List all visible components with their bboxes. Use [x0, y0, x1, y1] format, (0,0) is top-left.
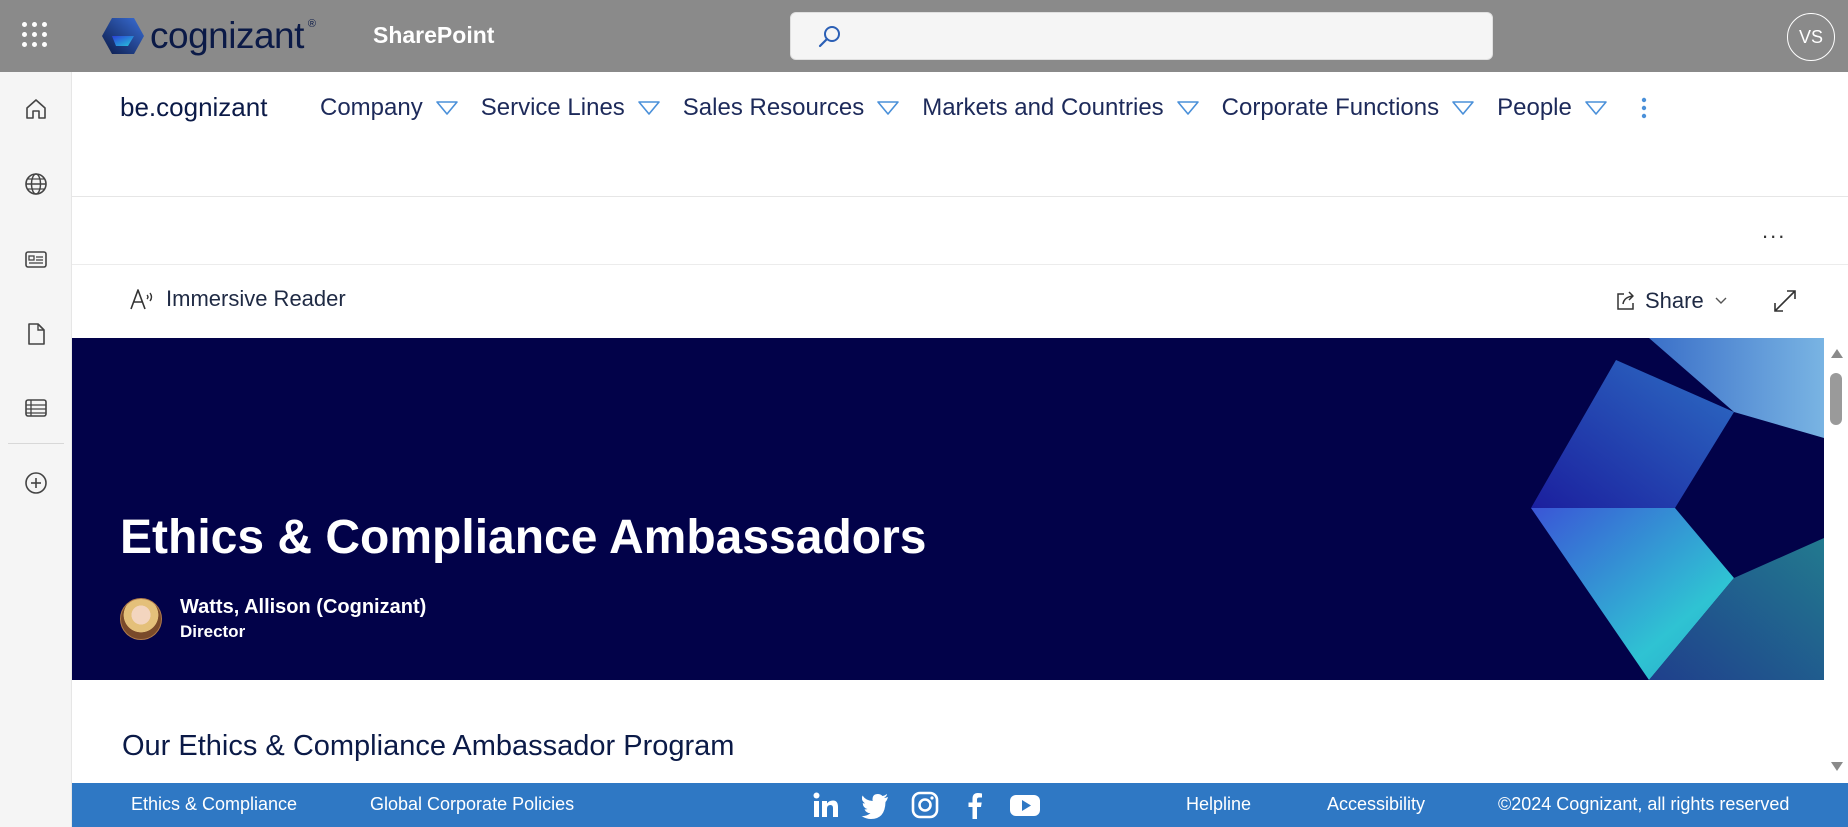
app-bar-divider	[8, 443, 64, 444]
document-icon[interactable]	[16, 314, 56, 354]
youtube-icon[interactable]	[1008, 790, 1042, 820]
brand-name: cognizant	[150, 15, 304, 56]
nav-label: Markets and Countries	[922, 94, 1164, 121]
nav-label: Company	[320, 94, 423, 121]
nav-item-sales-resources[interactable]: Sales Resources	[683, 94, 900, 122]
nav-label: People	[1497, 94, 1572, 121]
chevron-down-icon	[1176, 101, 1199, 115]
scrollbar-thumb[interactable]	[1830, 373, 1842, 425]
immersive-reader-button[interactable]: Immersive Reader	[128, 286, 346, 312]
expand-icon[interactable]	[1772, 288, 1798, 314]
more-options-icon[interactable]: ...	[1762, 218, 1786, 244]
immersive-reader-icon	[130, 289, 153, 310]
share-icon	[1617, 291, 1634, 310]
site-footer: Ethics & Compliance Global Corporate Pol…	[72, 783, 1848, 827]
footer-link-ethics-compliance[interactable]: Ethics & Compliance	[131, 794, 297, 815]
page-toolbar: Immersive Reader Share	[72, 266, 1848, 338]
brand-registered-mark: ®	[307, 18, 316, 30]
globe-icon[interactable]	[16, 164, 56, 204]
nav-item-people[interactable]: People	[1497, 94, 1608, 122]
page-scrollbar[interactable]	[1824, 338, 1848, 778]
cognizant-logo-mark-icon	[102, 18, 144, 54]
instagram-icon[interactable]	[910, 790, 940, 820]
decorative-hexagon-graphic	[1531, 338, 1824, 680]
chevron-down-icon	[1715, 297, 1727, 304]
cognizant-logo[interactable]: cognizant ®	[100, 14, 316, 58]
app-name[interactable]: SharePoint	[373, 22, 494, 49]
hub-navigation: Company Service Lines Sales Resources Ma…	[320, 92, 1630, 124]
footer-copyright: ©2024 Cognizant, all rights reserved	[1498, 794, 1790, 814]
nav-item-corporate-functions[interactable]: Corporate Functions	[1222, 94, 1475, 122]
immersive-reader-label: Immersive Reader	[166, 286, 346, 311]
search-input[interactable]	[851, 21, 1471, 51]
chevron-down-icon	[637, 101, 660, 115]
page-title: Ethics & Compliance Ambassadors	[120, 511, 927, 564]
chevron-down-icon	[435, 101, 458, 115]
more-vertical-icon[interactable]	[1632, 94, 1656, 124]
scroll-down-arrow-icon[interactable]	[1831, 762, 1843, 771]
lists-icon[interactable]	[16, 388, 56, 428]
author-role: Director	[180, 622, 246, 641]
footer-link-accessibility[interactable]: Accessibility	[1327, 794, 1425, 815]
news-icon[interactable]	[16, 239, 56, 279]
add-icon[interactable]	[16, 463, 56, 503]
command-bar: ...	[72, 198, 1848, 265]
suite-bar: cognizant ® SharePoint VS	[0, 0, 1848, 72]
nav-item-markets-and-countries[interactable]: Markets and Countries	[922, 94, 1199, 122]
facebook-icon[interactable]	[960, 790, 990, 820]
chevron-down-icon	[877, 101, 900, 115]
section-heading: Our Ethics & Compliance Ambassador Progr…	[122, 730, 735, 762]
search-icon	[818, 26, 840, 48]
linkedin-icon[interactable]	[811, 790, 841, 820]
search-box[interactable]	[790, 12, 1493, 60]
author-name[interactable]: Watts, Allison (Cognizant)	[180, 596, 426, 619]
chevron-down-icon	[1452, 101, 1474, 115]
author-avatar[interactable]	[120, 598, 162, 640]
twitter-icon[interactable]	[860, 790, 890, 820]
footer-link-global-corporate-policies[interactable]: Global Corporate Policies	[370, 794, 574, 815]
nav-label: Corporate Functions	[1221, 94, 1440, 121]
site-title[interactable]: be.cognizant	[120, 92, 267, 123]
footer-link-helpline[interactable]: Helpline	[1186, 794, 1251, 815]
app-launcher-icon[interactable]	[22, 22, 48, 48]
user-avatar[interactable]: VS	[1787, 13, 1835, 61]
chevron-down-icon	[1585, 101, 1607, 115]
home-icon[interactable]	[16, 89, 56, 129]
share-button[interactable]: Share	[1615, 288, 1730, 314]
site-header: be.cognizant Company Service Lines Sales…	[72, 72, 1848, 197]
nav-label: Sales Resources	[682, 94, 865, 121]
share-label: Share	[1645, 288, 1704, 313]
app-bar	[0, 72, 72, 827]
nav-item-company[interactable]: Company	[320, 94, 459, 122]
title-banner: Ethics & Compliance Ambassadors Watts, A…	[72, 338, 1824, 680]
scroll-up-arrow-icon[interactable]	[1831, 349, 1843, 358]
nav-label: Service Lines	[480, 94, 625, 121]
nav-item-service-lines[interactable]: Service Lines	[481, 94, 661, 122]
